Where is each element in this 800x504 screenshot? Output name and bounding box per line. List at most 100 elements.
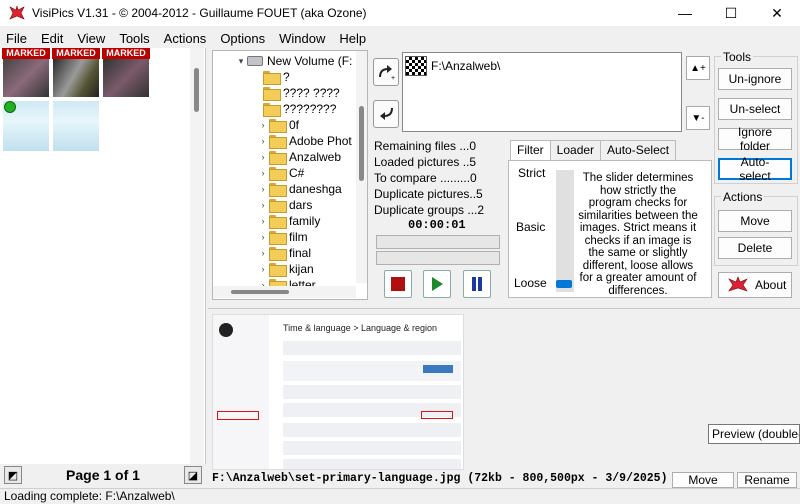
marked-label: MARKED xyxy=(2,48,50,59)
triangle-up-plus-icon: ▲+ xyxy=(690,62,706,74)
tree-folder[interactable]: › kijan xyxy=(257,261,314,277)
collapsed-arrow-icon: › xyxy=(261,120,265,130)
scrollbar-thumb[interactable] xyxy=(359,106,364,181)
thumbnail-marked[interactable]: MARKED xyxy=(2,48,50,98)
image-preview[interactable]: Time & language > Language & region xyxy=(212,314,464,470)
tree-horizontal-scrollbar[interactable] xyxy=(213,286,356,298)
preview-row xyxy=(283,441,461,455)
menu-tools[interactable]: Tools xyxy=(113,31,155,46)
folder-icon xyxy=(269,247,287,261)
unselect-button[interactable]: Un-select xyxy=(718,98,792,120)
stop-icon xyxy=(391,277,405,291)
maximize-icon: ☐ xyxy=(724,4,738,21)
move-file-button[interactable]: Move xyxy=(672,472,734,488)
rename-file-button[interactable]: Rename xyxy=(737,472,797,488)
thumbnail-unmarked[interactable] xyxy=(52,100,100,151)
settings-tabs: Filter Loader Auto-Select xyxy=(510,140,677,160)
move-button[interactable]: Move xyxy=(718,210,792,232)
tree-label: ? xyxy=(283,70,290,84)
strict-label: Strict xyxy=(518,166,546,180)
menu-file[interactable]: File xyxy=(0,31,33,46)
thumbnail-marked[interactable]: MARKED xyxy=(102,48,150,98)
progress-bar-primary xyxy=(376,235,500,249)
tree-folder[interactable]: › daneshga xyxy=(257,181,342,197)
delete-button[interactable]: Delete xyxy=(718,237,792,259)
tree-folder[interactable]: ???? ???? xyxy=(263,85,340,101)
marked-label: MARKED xyxy=(102,48,150,59)
scrollbar-thumb[interactable] xyxy=(231,290,289,294)
ignore-folder-button[interactable]: Ignore folder xyxy=(718,125,792,153)
folder-tree[interactable]: ▾ New Volume (F: ? ???? ???? ???????? › 0… xyxy=(212,50,368,300)
thumbnail-scrollbar[interactable] xyxy=(190,48,204,464)
tab-loader[interactable]: Loader xyxy=(549,140,602,160)
collapsed-arrow-icon: › xyxy=(261,216,265,226)
app-logo-icon xyxy=(9,5,25,20)
tree-label: final xyxy=(289,246,312,260)
folder-icon xyxy=(263,71,281,85)
prev-page-icon: ◩ xyxy=(7,469,19,482)
tree-folder[interactable]: › Adobe Phot xyxy=(257,133,352,149)
file-info: F:\Anzalweb\set-primary-language.jpg (72… xyxy=(212,472,668,485)
thumbnail-image xyxy=(3,59,49,97)
menu-view[interactable]: View xyxy=(71,31,111,46)
menu-actions[interactable]: Actions xyxy=(158,31,213,46)
pause-button[interactable] xyxy=(463,270,491,298)
remove-folder-button[interactable] xyxy=(373,100,399,128)
tree-folder[interactable]: › final xyxy=(257,245,311,261)
marked-label: MARKED xyxy=(52,48,100,59)
prev-page-button[interactable]: ◩ xyxy=(4,466,22,484)
stop-button[interactable] xyxy=(384,270,412,298)
folder-list-item[interactable]: F:\Anzalweb\ xyxy=(405,56,500,76)
include-subfolders-button[interactable]: ▲+ xyxy=(686,56,710,80)
auto-select-button[interactable]: Auto-select xyxy=(718,155,792,183)
next-page-icon: ◪ xyxy=(187,469,199,482)
about-label: About xyxy=(755,278,787,292)
folder-list[interactable]: F:\Anzalweb\ xyxy=(402,52,682,132)
thumbnail-marked[interactable]: MARKED xyxy=(52,48,100,98)
exclude-subfolders-button[interactable]: ▼- xyxy=(686,106,710,130)
similarity-slider[interactable] xyxy=(556,170,574,292)
status-bar: Loading complete: F:\Anzalweb\ xyxy=(0,488,800,504)
slider-thumb[interactable] xyxy=(556,280,572,288)
tree-folder[interactable]: ? xyxy=(263,69,290,85)
tree-folder[interactable]: › C# xyxy=(257,165,304,181)
folder-icon xyxy=(263,103,281,117)
preview-row xyxy=(283,423,461,437)
tree-folder[interactable]: ???????? xyxy=(263,101,336,117)
close-button[interactable]: ✕ xyxy=(754,0,800,26)
next-page-button[interactable]: ◪ xyxy=(183,466,202,484)
svg-text:+: + xyxy=(391,75,395,81)
tree-drive[interactable]: ▾ New Volume (F: xyxy=(235,53,353,69)
play-button[interactable] xyxy=(423,270,451,298)
loose-label: Loose xyxy=(514,276,547,290)
menu-edit[interactable]: Edit xyxy=(35,31,69,46)
add-folder-button[interactable]: + xyxy=(373,58,399,86)
scan-statistics: Remaining files ...0 Loaded pictures ..5… xyxy=(374,138,504,218)
folder-path: F:\Anzalweb\ xyxy=(431,59,501,73)
about-button[interactable]: About xyxy=(718,272,792,298)
filter-description: The slider determines how strictly the p… xyxy=(578,172,698,297)
tree-folder[interactable]: › film xyxy=(257,229,308,245)
thumbnail-unmarked[interactable] xyxy=(2,100,50,151)
tab-auto-select[interactable]: Auto-Select xyxy=(600,140,677,160)
menu-window[interactable]: Window xyxy=(273,31,331,46)
tree-vertical-scrollbar[interactable] xyxy=(356,51,367,283)
tree-folder[interactable]: › Anzalweb xyxy=(257,149,341,165)
tab-filter[interactable]: Filter xyxy=(510,140,551,160)
maximize-button[interactable]: ☐ xyxy=(708,0,754,26)
checkered-flag-icon xyxy=(405,56,427,76)
preview-row xyxy=(283,385,461,399)
menu-help[interactable]: Help xyxy=(333,31,372,46)
tree-folder[interactable]: › family xyxy=(257,213,320,229)
menu-options[interactable]: Options xyxy=(214,31,271,46)
tree-folder[interactable]: › 0f xyxy=(257,117,299,133)
tree-folder[interactable]: › dars xyxy=(257,197,312,213)
remove-folder-arrow-icon xyxy=(380,107,393,120)
scrollbar-thumb[interactable] xyxy=(194,68,199,112)
collapsed-arrow-icon: › xyxy=(261,232,265,242)
collapsed-arrow-icon: › xyxy=(261,152,265,162)
expand-arrow-icon: ▾ xyxy=(238,55,244,66)
minimize-button[interactable]: — xyxy=(662,0,708,26)
tree-label: New Volume (F: xyxy=(267,54,353,68)
unignore-button[interactable]: Un-ignore xyxy=(718,68,792,90)
